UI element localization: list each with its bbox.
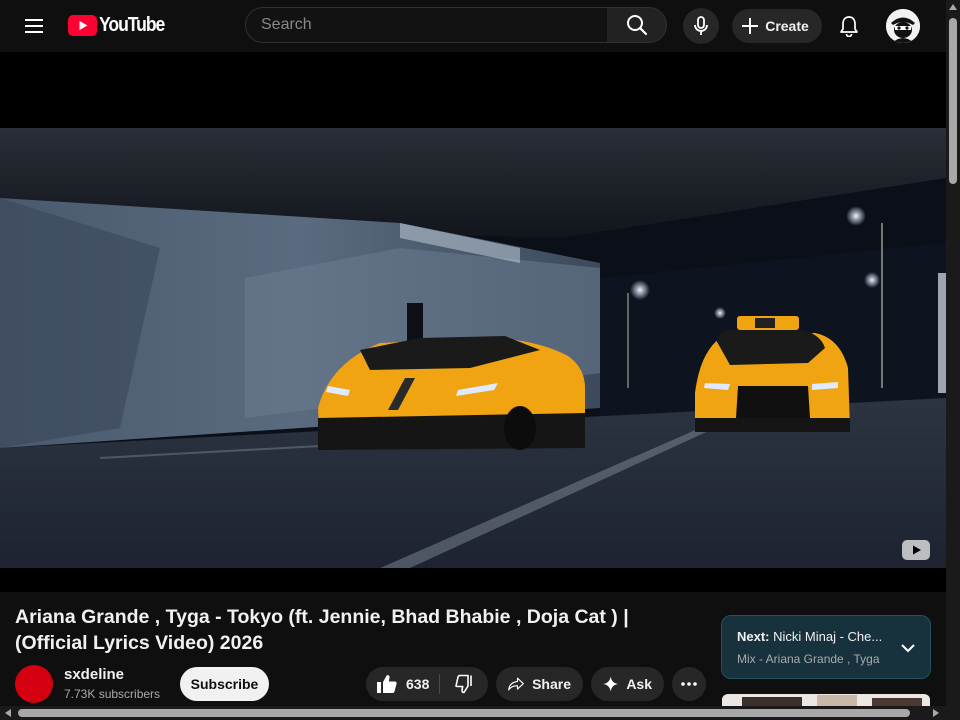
menu-button[interactable] [18, 12, 50, 40]
thumbs-up-icon [377, 675, 397, 693]
share-button[interactable]: Share [496, 667, 583, 701]
video-title: Ariana Grande , Tyga - Tokyo (ft. Jennie… [15, 606, 629, 654]
horizontal-scroll-thumb[interactable] [18, 709, 910, 717]
subscribe-button[interactable]: Subscribe [180, 667, 269, 701]
ask-label: Ask [626, 676, 652, 692]
bell-icon [840, 16, 858, 37]
youtube-watermark[interactable] [902, 540, 930, 560]
chevron-down-icon [901, 643, 915, 652]
like-dislike-group: 638 [366, 667, 488, 701]
thumbnail-image [722, 695, 930, 706]
next-video-thumbnail[interactable] [722, 694, 930, 706]
voice-search-button[interactable] [683, 8, 719, 44]
create-button[interactable]: Create [732, 9, 822, 43]
plus-icon [742, 18, 759, 34]
like-count: 638 [406, 676, 430, 692]
channel-name[interactable]: sxdeline [64, 666, 124, 683]
create-label: Create [765, 18, 809, 34]
ask-button[interactable]: Ask [591, 667, 664, 701]
hamburger-icon [25, 19, 43, 33]
up-next-title: Nicki Minaj - Che... [773, 629, 883, 644]
up-next-card[interactable]: Next: Nicki Minaj - Che... Mix - Ariana … [721, 615, 931, 679]
sparkle-icon [603, 676, 619, 692]
search-button[interactable] [607, 7, 667, 43]
account-avatar[interactable] [886, 9, 920, 43]
subscriber-count: 7.73K subscribers [64, 687, 161, 701]
share-icon [508, 677, 524, 691]
brand-wordmark: YouTube [99, 14, 165, 36]
more-horizontal-icon [681, 682, 697, 686]
microphone-icon [694, 16, 708, 35]
horizontal-scrollbar[interactable] [0, 706, 946, 720]
up-next-subtitle: Mix - Ariana Grande , Tyga - Tokyo [737, 652, 880, 666]
thumbs-down-icon [455, 674, 472, 694]
up-next-label: Next: [737, 629, 770, 644]
notifications-button[interactable] [832, 9, 866, 43]
vertical-scroll-thumb[interactable] [949, 18, 957, 184]
search-input[interactable] [246, 8, 576, 42]
share-label: Share [532, 676, 571, 692]
more-actions-button[interactable] [672, 667, 706, 701]
dislike-button[interactable] [440, 667, 488, 701]
youtube-small-icon [902, 540, 930, 560]
search-icon [626, 15, 647, 36]
youtube-play-icon [68, 15, 97, 36]
scroll-left-arrow-icon[interactable] [5, 709, 11, 717]
video-player[interactable] [0, 52, 946, 592]
up-next-title-line: Next: Nicki Minaj - Che... [737, 629, 887, 644]
video-still-image [0, 128, 946, 568]
like-button[interactable]: 638 [366, 667, 439, 701]
youtube-logo[interactable]: YouTube [68, 14, 173, 37]
vertical-scrollbar[interactable] [946, 0, 960, 720]
scroll-right-arrow-icon[interactable] [933, 709, 939, 717]
search-box [245, 7, 608, 43]
channel-avatar[interactable] [15, 665, 53, 703]
expand-button[interactable] [898, 638, 918, 658]
video-frame[interactable] [0, 128, 946, 568]
top-bar: YouTube Create [0, 0, 946, 52]
avatar-image [886, 9, 920, 43]
scroll-up-arrow-icon[interactable] [949, 4, 957, 10]
